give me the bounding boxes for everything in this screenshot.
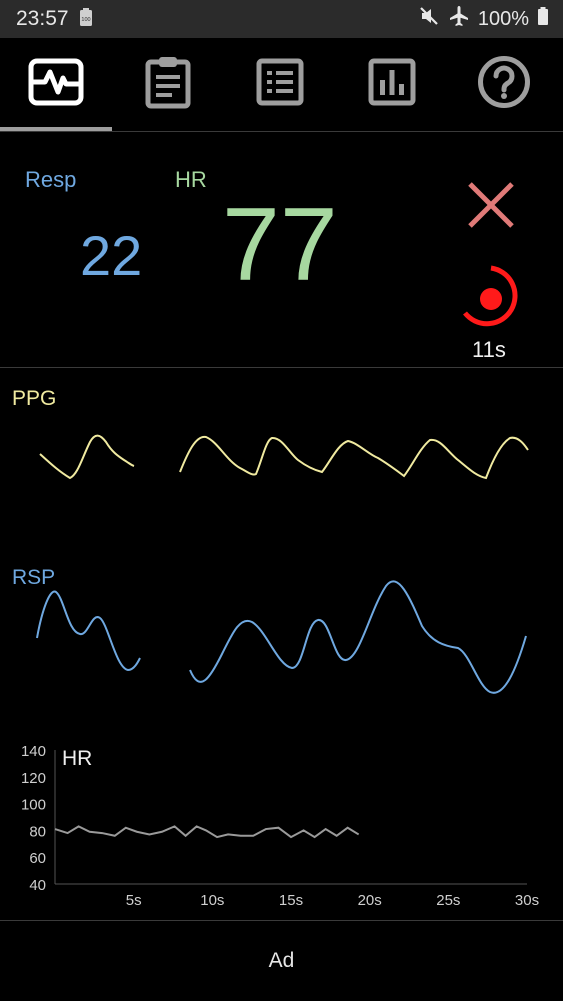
tab-monitor[interactable] xyxy=(0,38,112,131)
list-icon xyxy=(256,58,304,111)
ppg-label: PPG xyxy=(12,387,57,410)
hr-series-line xyxy=(54,825,360,839)
resp-value: 22 xyxy=(80,224,143,287)
mute-icon xyxy=(418,5,440,33)
close-button[interactable] xyxy=(466,181,516,234)
bar-chart-icon xyxy=(368,58,416,111)
record-icon xyxy=(463,265,518,327)
x-tick-label: 30s xyxy=(515,892,539,909)
rsp-waveform xyxy=(36,580,527,694)
selected-tab-indicator xyxy=(0,127,112,131)
monitor-icon xyxy=(28,58,84,111)
hr-value: 77 xyxy=(222,187,338,303)
hr-trend-chart: HR 140 120 100 80 60 40 5s 10s 15s 20s 25s 30s xyxy=(21,743,539,909)
hr-chart-x-axis: 5s 10s 15s 20s 25s 30s xyxy=(126,892,539,909)
resp-label: Resp xyxy=(25,167,77,192)
clipboard-icon xyxy=(144,55,192,114)
ppg-waveform xyxy=(39,434,529,480)
status-time: 23:57 xyxy=(16,7,69,30)
y-tick-label: 40 xyxy=(29,877,46,894)
close-icon xyxy=(468,182,514,228)
x-tick-label: 25s xyxy=(436,892,460,909)
status-bar: 23:57 100 100% xyxy=(0,0,563,38)
x-tick-label: 20s xyxy=(358,892,382,909)
airplane-icon xyxy=(448,5,470,33)
record-timer: 11s xyxy=(472,337,506,362)
tab-bar xyxy=(0,38,563,132)
hr-chart-title: HR xyxy=(62,747,92,770)
hr-label: HR xyxy=(175,167,207,192)
x-tick-label: 10s xyxy=(200,892,224,909)
battery-percent: 100% xyxy=(477,7,529,30)
tab-list[interactable] xyxy=(224,38,336,131)
y-tick-label: 80 xyxy=(29,823,46,840)
battery-small-icon: 100 xyxy=(79,7,93,32)
x-tick-label: 15s xyxy=(279,892,303,909)
battery-icon xyxy=(537,6,549,32)
tab-log[interactable] xyxy=(112,38,224,131)
record-button[interactable] xyxy=(462,261,524,336)
hr-chart-y-axis: 140 120 100 80 60 40 xyxy=(21,743,46,894)
x-tick-label: 5s xyxy=(126,892,142,909)
help-icon xyxy=(477,55,531,114)
readings-panel: Resp 22 HR 77 11s xyxy=(0,133,563,368)
y-tick-label: 140 xyxy=(21,743,46,760)
ad-banner[interactable]: Ad xyxy=(0,920,563,1001)
tab-stats[interactable] xyxy=(336,38,448,131)
ad-label: Ad xyxy=(268,949,295,972)
y-tick-label: 100 xyxy=(21,797,46,814)
tab-help[interactable] xyxy=(448,38,560,131)
y-tick-label: 120 xyxy=(21,770,46,787)
battery-small-label: 100 xyxy=(81,17,90,23)
y-tick-label: 60 xyxy=(29,850,46,867)
